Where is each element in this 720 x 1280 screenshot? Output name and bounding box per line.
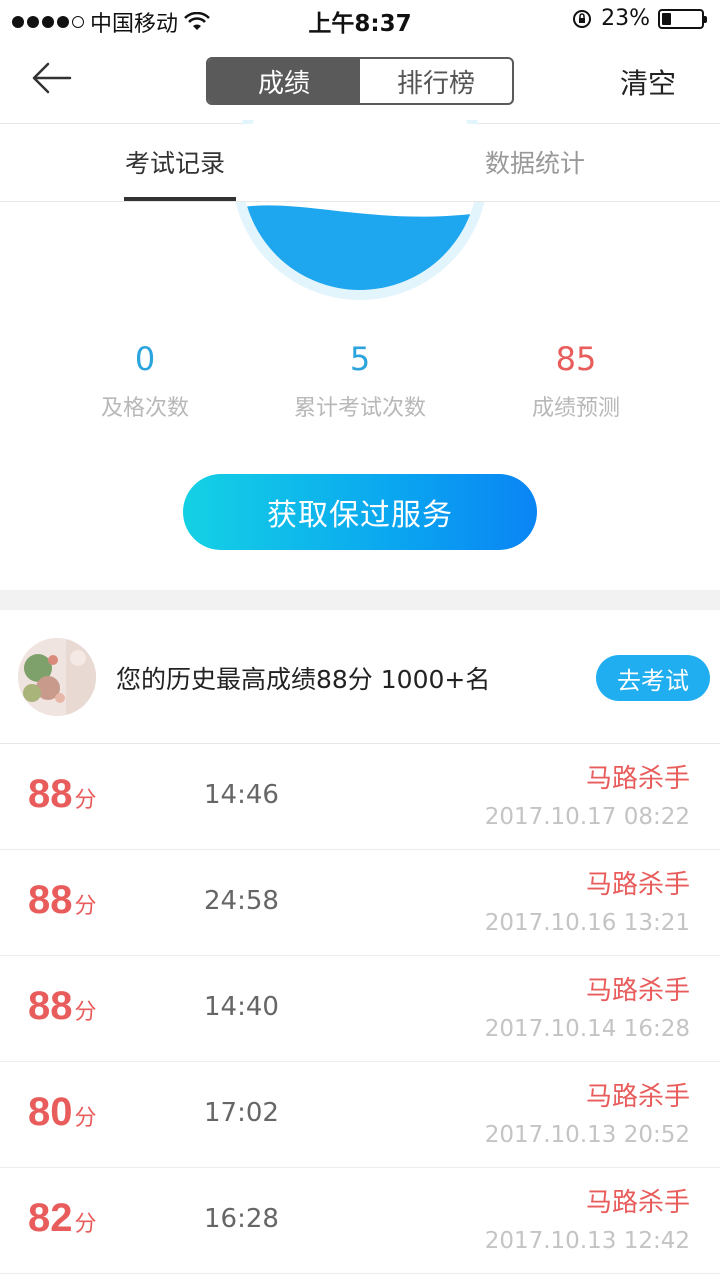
stat-score-prediction: 85 成绩预测 (476, 340, 676, 422)
nickname: 马路杀手 (585, 976, 690, 1006)
back-arrow-icon[interactable] (30, 58, 78, 98)
exam-datetime: 2017.10.16 13:21 (484, 910, 690, 936)
record-row[interactable]: 88分 14:40 马路杀手 2017.10.14 16:28 (0, 956, 720, 1062)
tab-exam-records[interactable]: 考试记录 (125, 144, 225, 180)
segment-ranking[interactable]: 排行榜 (360, 59, 512, 103)
record-row[interactable]: 82分 16:28 马路杀手 2017.10.13 12:42 (0, 1168, 720, 1274)
score: 80分 (28, 1090, 97, 1134)
exam-datetime: 2017.10.13 20:52 (484, 1122, 690, 1148)
score: 88分 (28, 878, 97, 922)
tab-data-statistics[interactable]: 数据统计 (485, 144, 585, 180)
score: 88分 (28, 772, 97, 816)
stat-label: 及格次数 (100, 396, 189, 421)
tab-active-indicator (124, 197, 236, 201)
record-row[interactable]: 88分 14:46 马路杀手 2017.10.17 08:22 (0, 744, 720, 850)
battery-icon (658, 8, 707, 29)
duration: 14:46 (204, 780, 279, 810)
duration: 17:02 (204, 1098, 279, 1128)
nickname: 马路杀手 (585, 870, 690, 900)
nav-bar: 成绩 排行榜 清空 (0, 40, 720, 124)
exam-datetime: 2017.10.17 08:22 (484, 804, 690, 830)
exam-datetime: 2017.10.13 12:42 (484, 1228, 690, 1254)
nickname: 马路杀手 (585, 1082, 690, 1112)
nickname: 马路杀手 (585, 1188, 690, 1218)
stat-label: 成绩预测 (531, 396, 620, 421)
stat-value: 85 (555, 340, 597, 378)
tab-bar: 考试记录 数据统计 (0, 124, 720, 202)
score: 88分 (28, 984, 97, 1028)
duration: 24:58 (204, 886, 279, 916)
segment-control: 成绩 排行榜 (206, 57, 514, 105)
get-pass-service-button[interactable]: 获取保过服务 (183, 474, 537, 550)
score: 82分 (28, 1196, 97, 1240)
stat-pass-count: 0 及格次数 (45, 340, 245, 422)
stat-total-exams: 5 累计考试次数 (260, 340, 460, 422)
exam-datetime: 2017.10.14 16:28 (484, 1016, 690, 1042)
battery-info: 23% (571, 6, 707, 31)
best-score-row: 您的历史最高成绩88分 1000+名 去考试 (0, 610, 720, 744)
segment-scores[interactable]: 成绩 (208, 59, 360, 103)
record-row[interactable]: 88分 24:58 马路杀手 2017.10.16 13:21 (0, 850, 720, 956)
clear-button[interactable]: 清空 (620, 62, 676, 102)
stat-label: 累计考试次数 (293, 396, 426, 421)
stat-value: 5 (349, 340, 371, 378)
avatar (18, 638, 96, 716)
nickname: 马路杀手 (585, 764, 690, 794)
section-divider (0, 590, 720, 610)
record-row[interactable]: 80分 17:02 马路杀手 2017.10.13 20:52 (0, 1062, 720, 1168)
battery-percent: 23% (601, 6, 650, 31)
duration: 16:28 (204, 1204, 279, 1234)
exam-record-list: 88分 14:46 马路杀手 2017.10.17 08:22 88分 24:5… (0, 744, 720, 1274)
stat-value: 0 (134, 340, 156, 378)
go-exam-button[interactable]: 去考试 (596, 655, 710, 701)
status-bar: 中国移动 上午8:37 23% (0, 0, 720, 40)
rotation-lock-icon (573, 9, 592, 28)
best-score-text: 您的历史最高成绩88分 1000+名 (116, 665, 491, 694)
duration: 14:40 (204, 992, 279, 1022)
